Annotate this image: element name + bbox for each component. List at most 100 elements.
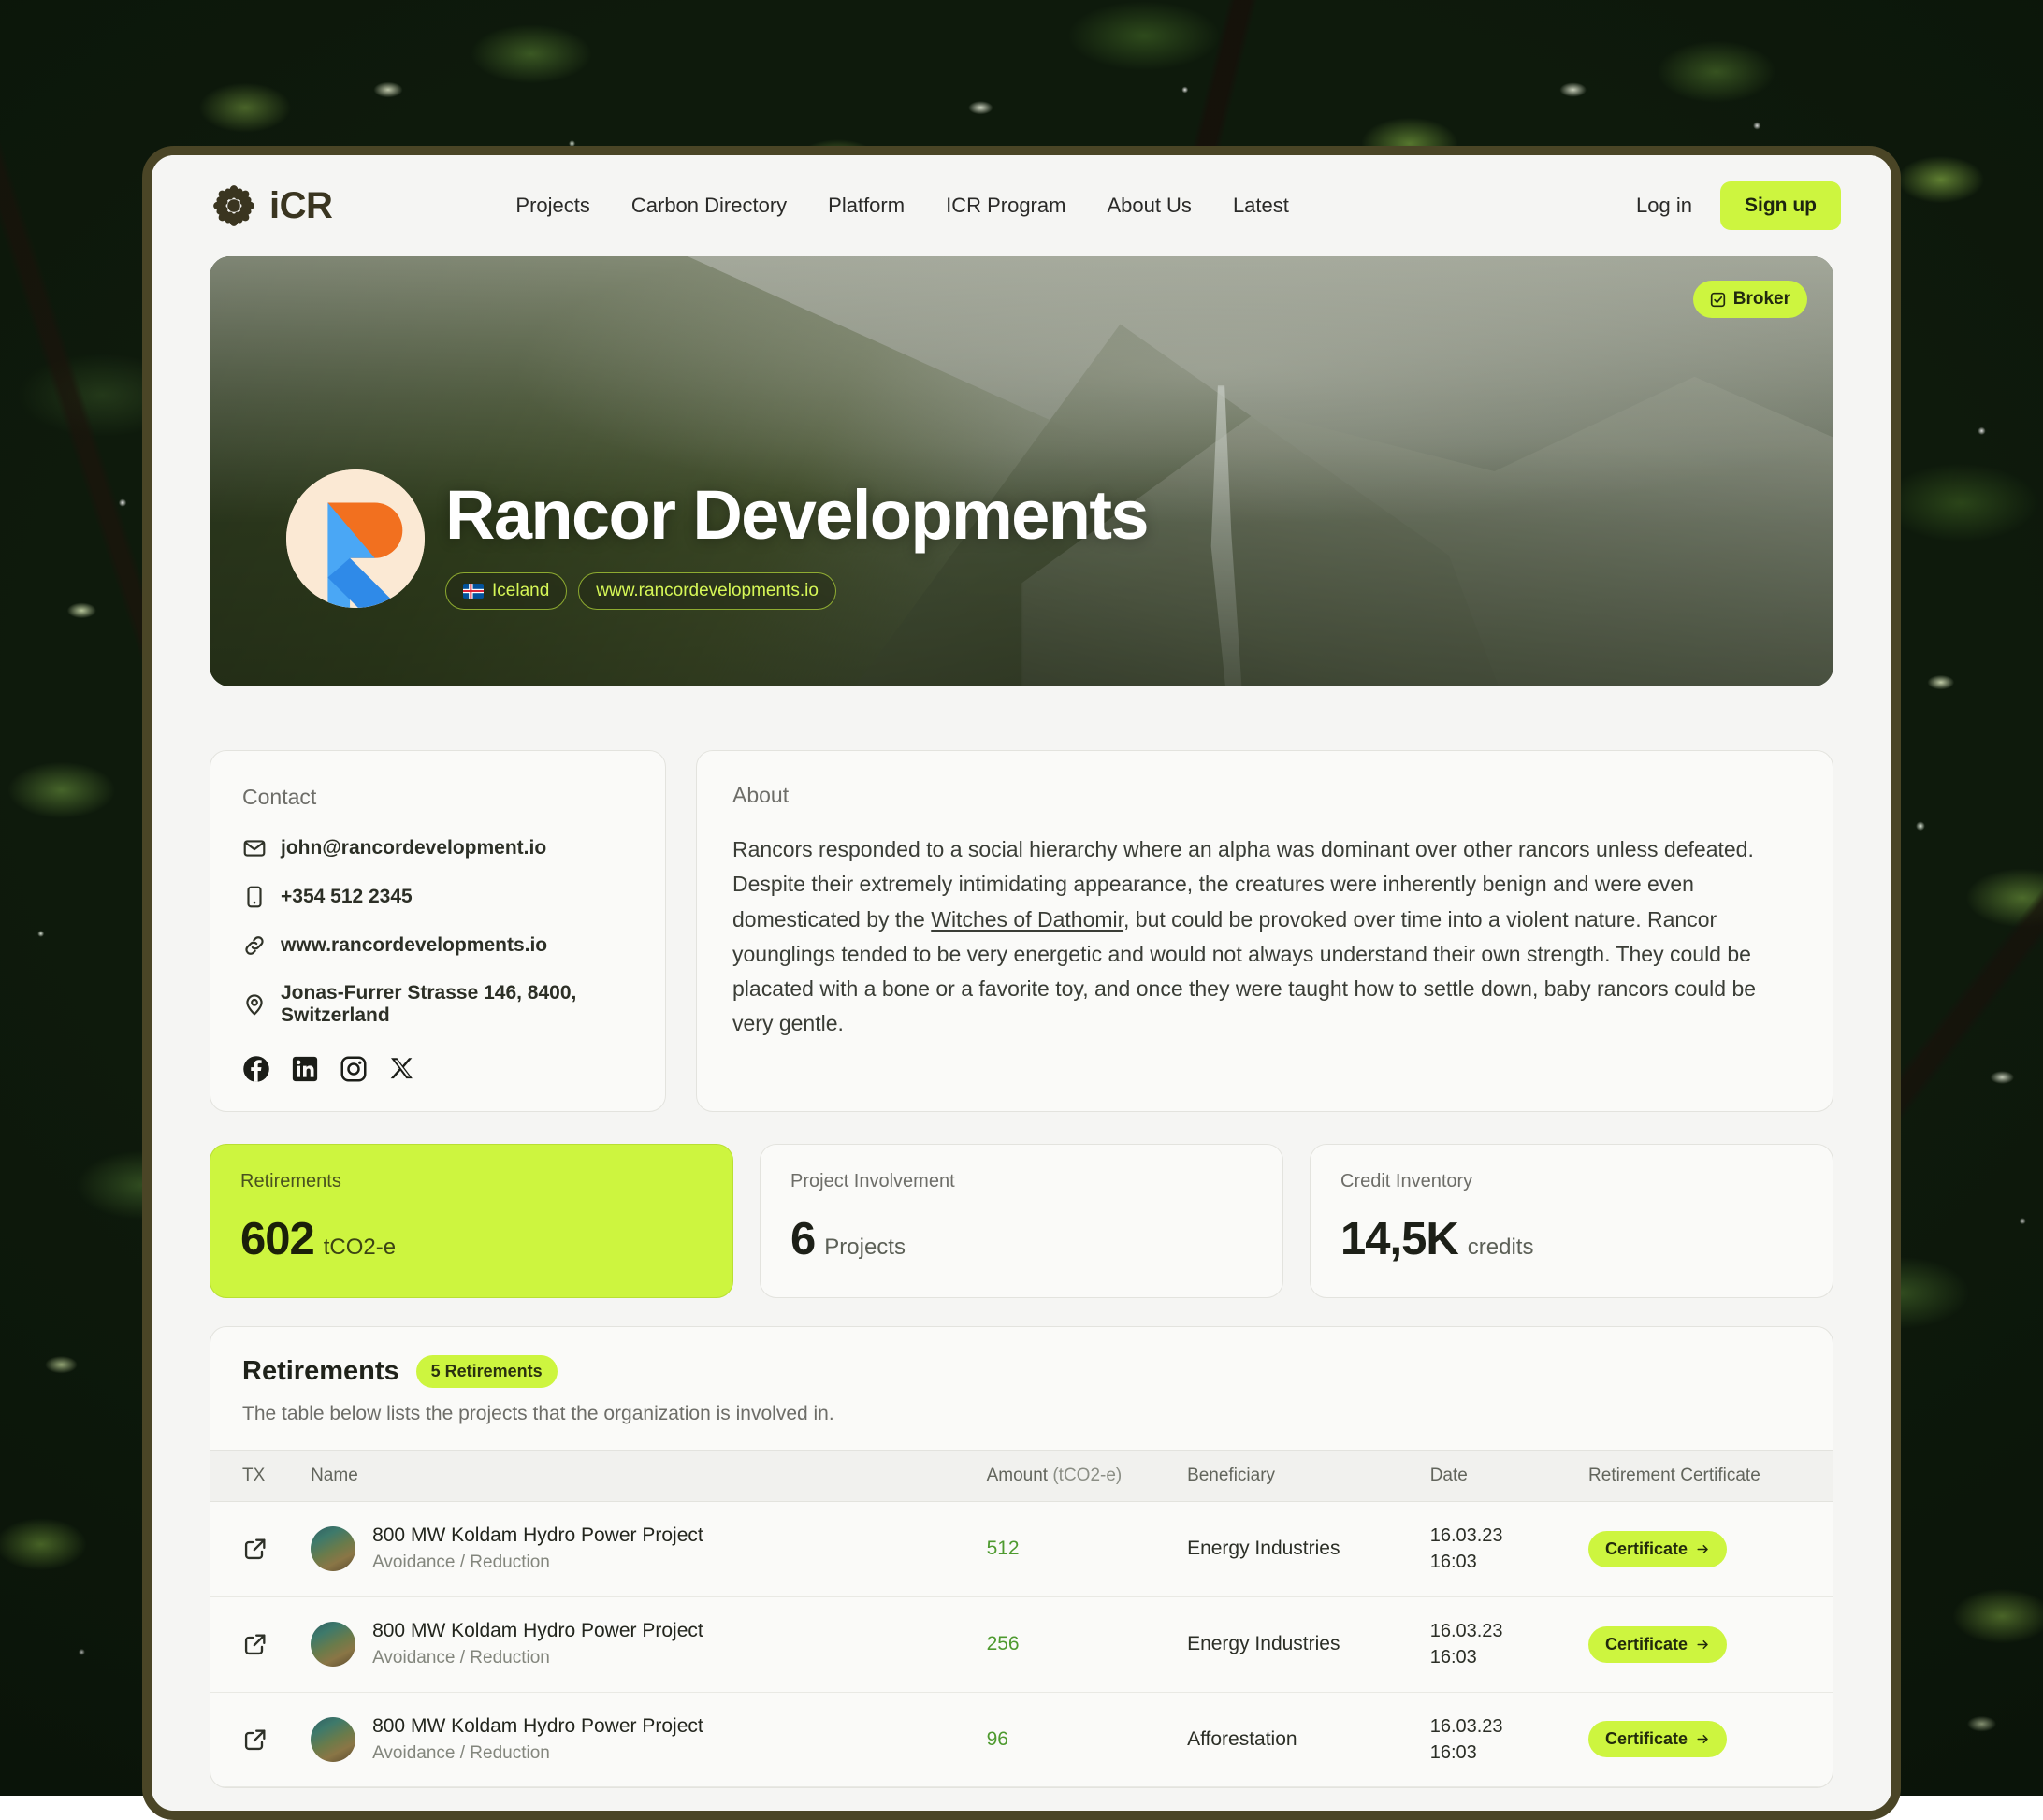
about-text: Rancors responded to a social hierarchy … [732, 832, 1797, 1042]
cell-beneficiary: Afforestation [1178, 1692, 1421, 1787]
cell-name[interactable]: 800 MW Koldam Hydro Power Project Avoida… [301, 1692, 978, 1787]
stat-label-credit-inventory: Credit Inventory [1340, 1171, 1803, 1192]
location-pin-icon [242, 992, 267, 1017]
nav-item-carbon-directory[interactable]: Carbon Directory [631, 194, 787, 218]
contact-email-row[interactable]: john@rancordevelopment.io [242, 836, 633, 860]
project-name-cell: 800 MW Koldam Hydro Power Project Avoida… [311, 1620, 968, 1668]
nav-item-projects[interactable]: Projects [515, 194, 589, 218]
about-card: About Rancors responded to a social hier… [696, 750, 1833, 1112]
contact-address-row[interactable]: Jonas-Furrer Strasse 146, 8400, Switzerl… [242, 982, 633, 1027]
top-navigation-bar: iCR Projects Carbon Directory Platform I… [152, 155, 1891, 256]
project-thumbnail [311, 1717, 355, 1762]
phone-icon [242, 885, 267, 909]
nav-item-platform[interactable]: Platform [828, 194, 905, 218]
login-link[interactable]: Log in [1636, 194, 1692, 218]
cell-name[interactable]: 800 MW Koldam Hydro Power Project Avoida… [301, 1502, 978, 1597]
external-link-icon[interactable] [242, 1536, 268, 1562]
certificate-button[interactable]: Certificate [1588, 1721, 1727, 1757]
cell-tx[interactable] [210, 1502, 301, 1597]
country-chip-label: Iceland [492, 581, 549, 601]
nav-item-latest[interactable]: Latest [1233, 194, 1289, 218]
certificate-button-label: Certificate [1605, 1729, 1688, 1749]
instagram-icon[interactable] [340, 1055, 368, 1083]
external-link-icon[interactable] [242, 1631, 268, 1657]
beneficiary-value: Afforestation [1187, 1728, 1297, 1750]
linkedin-icon[interactable] [291, 1055, 319, 1083]
org-avatar [286, 469, 425, 608]
contact-phone-row[interactable]: +354 512 2345 [242, 885, 633, 909]
nav-item-icr-program[interactable]: ICR Program [946, 194, 1065, 218]
brand-logo[interactable]: iCR [210, 181, 332, 230]
stat-card-project-involvement: Project Involvement 6 Projects [760, 1144, 1283, 1298]
cell-beneficiary: Energy Industries [1178, 1502, 1421, 1597]
country-chip[interactable]: Iceland [445, 572, 567, 610]
arrow-right-icon [1696, 1732, 1710, 1746]
retirements-table: TX Name Amount (tCO2-e) Beneficiary Date… [210, 1450, 1833, 1787]
iceland-flag-icon [463, 584, 484, 599]
time-value: 16:03 [1430, 1644, 1570, 1670]
retirements-title: Retirements [242, 1356, 399, 1387]
column-header-certificate: Retirement Certificate [1579, 1451, 1833, 1502]
table-row[interactable]: 800 MW Koldam Hydro Power Project Avoida… [210, 1692, 1833, 1787]
date-value: 16.03.23 [1430, 1523, 1570, 1549]
hero-chips: Iceland www.rancordevelopments.io [445, 572, 1148, 610]
external-link-icon[interactable] [242, 1726, 268, 1753]
table-header-row: TX Name Amount (tCO2-e) Beneficiary Date… [210, 1451, 1833, 1502]
arrow-right-icon [1696, 1638, 1710, 1652]
cell-certificate[interactable]: Certificate [1579, 1692, 1833, 1787]
cell-certificate[interactable]: Certificate [1579, 1502, 1833, 1597]
column-header-beneficiary: Beneficiary [1178, 1451, 1421, 1502]
contact-website-row[interactable]: www.rancordevelopments.io [242, 933, 633, 958]
org-name: Rancor Developments [445, 480, 1148, 552]
table-row[interactable]: 800 MW Koldam Hydro Power Project Avoida… [210, 1502, 1833, 1597]
facebook-icon[interactable] [242, 1055, 270, 1083]
project-thumbnail [311, 1526, 355, 1571]
certificate-button[interactable]: Certificate [1588, 1531, 1727, 1567]
cell-tx[interactable] [210, 1596, 301, 1692]
contact-email-value: john@rancordevelopment.io [281, 837, 546, 859]
nav-auth-actions: Log in Sign up [1636, 181, 1841, 230]
stat-unit-credit-inventory: credits [1468, 1235, 1534, 1261]
table-row[interactable]: 800 MW Koldam Hydro Power Project Avoida… [210, 1596, 1833, 1692]
certificate-button-label: Certificate [1605, 1635, 1688, 1654]
page-content: iCR Projects Carbon Directory Platform I… [152, 155, 1891, 1811]
broker-badge[interactable]: Broker [1693, 281, 1807, 318]
column-header-amount-unit: (tCO2-e) [1052, 1466, 1122, 1485]
project-name: 800 MW Koldam Hydro Power Project [372, 1620, 703, 1642]
nav-item-about-us[interactable]: About Us [1107, 194, 1192, 218]
website-chip[interactable]: www.rancordevelopments.io [578, 572, 836, 610]
project-name-cell: 800 MW Koldam Hydro Power Project Avoida… [311, 1524, 968, 1573]
cell-certificate[interactable]: Certificate [1579, 1596, 1833, 1692]
x-twitter-icon[interactable] [388, 1055, 416, 1083]
stat-label-project-involvement: Project Involvement [790, 1171, 1253, 1192]
amount-value: 96 [987, 1728, 1008, 1750]
time-value: 16:03 [1430, 1740, 1570, 1766]
contact-card: Contact john@rancordevelopment.io +354 5… [210, 750, 666, 1112]
main-content: Broker Rancor Developments [152, 256, 1891, 1788]
social-links [242, 1055, 633, 1083]
stat-label-retirements: Retirements [240, 1171, 703, 1192]
column-header-amount: Amount (tCO2-e) [978, 1451, 1178, 1502]
project-name-text-block: 800 MW Koldam Hydro Power Project Avoida… [372, 1715, 703, 1764]
certificate-button[interactable]: Certificate [1588, 1626, 1727, 1663]
stat-value-credit-inventory: 14,5K credits [1340, 1213, 1803, 1265]
project-name-text-block: 800 MW Koldam Hydro Power Project Avoida… [372, 1524, 703, 1573]
cell-date: 16.03.23 16:03 [1421, 1502, 1579, 1597]
brand-name: iCR [269, 185, 332, 227]
retirements-title-row: Retirements 5 Retirements [242, 1355, 1801, 1388]
project-name-text-block: 800 MW Koldam Hydro Power Project Avoida… [372, 1620, 703, 1668]
time-value: 16:03 [1430, 1549, 1570, 1575]
signup-button[interactable]: Sign up [1720, 181, 1841, 230]
hero-identity-block: Rancor Developments Iceland [286, 469, 1148, 614]
stat-unit-project-involvement: Projects [824, 1235, 906, 1261]
cell-date: 16.03.23 16:03 [1421, 1692, 1579, 1787]
stat-value-project-involvement: 6 Projects [790, 1213, 1253, 1265]
cell-name[interactable]: 800 MW Koldam Hydro Power Project Avoida… [301, 1596, 978, 1692]
retirements-table-head: TX Name Amount (tCO2-e) Beneficiary Date… [210, 1451, 1833, 1502]
cell-tx[interactable] [210, 1692, 301, 1787]
stat-number-project-involvement: 6 [790, 1213, 815, 1265]
retirements-table-card: Retirements 5 Retirements The table belo… [210, 1326, 1833, 1788]
witches-of-dathomir-link[interactable]: Witches of Dathomir [931, 907, 1123, 932]
stat-unit-retirements: tCO2-e [324, 1235, 396, 1261]
icr-rosette-logo-icon [210, 181, 258, 230]
